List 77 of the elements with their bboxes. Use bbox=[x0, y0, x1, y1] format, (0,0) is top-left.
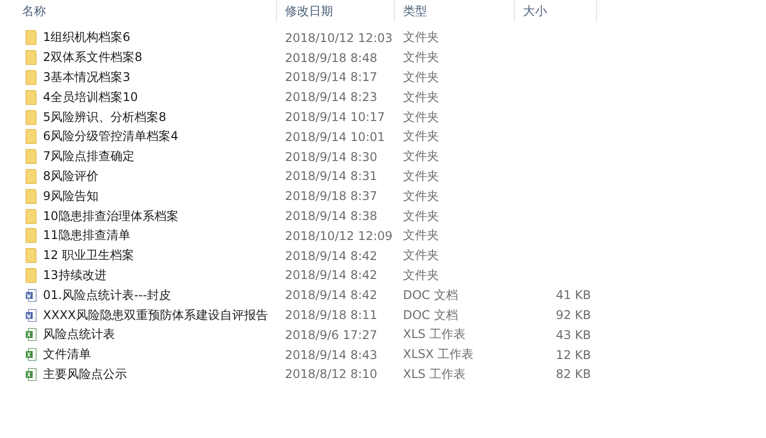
modified-date: 2018/9/14 8:42 bbox=[285, 268, 378, 282]
modified-date: 2018/9/14 10:01 bbox=[285, 130, 385, 144]
file-type: 文件夹 bbox=[403, 188, 439, 203]
file-size: 82 KB bbox=[556, 367, 591, 382]
folder-icon bbox=[25, 168, 37, 185]
modified-date: 2018/9/14 8:23 bbox=[285, 90, 378, 104]
file-type: 文件夹 bbox=[403, 168, 439, 183]
file-name[interactable]: 7风险点排查确定 bbox=[43, 148, 135, 166]
file-name[interactable]: 8风险评价 bbox=[43, 168, 99, 185]
word-document-icon bbox=[25, 306, 37, 324]
spreadsheet-icon bbox=[25, 366, 37, 383]
word-document-icon bbox=[25, 286, 37, 304]
file-name[interactable]: 2双体系文件档案8 bbox=[43, 49, 142, 66]
file-type: DOC 文档 bbox=[403, 308, 458, 322]
modified-date: 2018/9/18 8:48 bbox=[285, 50, 378, 65]
file-type: 文件夹 bbox=[403, 248, 439, 262]
modified-date: 2018/10/12 12:09 bbox=[285, 228, 393, 243]
file-type: 文件夹 bbox=[403, 208, 439, 223]
file-name[interactable]: XXXX风险隐患双重预防体系建设自评报告 bbox=[43, 306, 268, 324]
folder-icon bbox=[25, 208, 37, 225]
file-type: XLS 工作表 bbox=[403, 327, 466, 342]
modified-date: 2018/9/14 8:42 bbox=[285, 288, 378, 302]
file-name[interactable]: 3基本情况档案3 bbox=[43, 68, 130, 86]
modified-date: 2018/9/14 8:42 bbox=[285, 248, 378, 263]
folder-icon bbox=[25, 128, 37, 146]
file-type: 文件夹 bbox=[403, 50, 439, 64]
modified-date: 2018/8/12 8:10 bbox=[285, 367, 378, 382]
modified-date: 2018/9/14 10:17 bbox=[285, 110, 385, 124]
file-name[interactable]: 13持续改进 bbox=[43, 266, 106, 284]
file-size: 43 KB bbox=[556, 328, 591, 342]
folder-icon bbox=[25, 247, 37, 264]
file-type: XLS 工作表 bbox=[403, 366, 466, 381]
file-type: DOC 文档 bbox=[403, 288, 458, 302]
file-type: 文件夹 bbox=[403, 30, 439, 44]
file-size: 92 KB bbox=[556, 308, 591, 322]
spreadsheet-icon bbox=[25, 326, 37, 344]
folder-icon bbox=[25, 148, 37, 166]
file-name[interactable]: 4全员培训档案10 bbox=[43, 88, 138, 106]
folder-icon bbox=[25, 108, 37, 126]
file-name[interactable]: 主要风险点公示 bbox=[43, 366, 127, 383]
modified-date: 2018/9/14 8:31 bbox=[285, 169, 378, 184]
file-name[interactable]: 9风险告知 bbox=[43, 188, 99, 205]
modified-date: 2018/10/12 12:03 bbox=[285, 30, 393, 45]
file-type: 文件夹 bbox=[403, 149, 439, 164]
file-name[interactable]: 风险点统计表 bbox=[43, 326, 115, 344]
file-type: 文件夹 bbox=[403, 129, 439, 144]
file-name[interactable]: 6风险分级管控清单档案4 bbox=[43, 128, 178, 146]
modified-date: 2018/9/14 8:38 bbox=[285, 209, 378, 224]
file-type: 文件夹 bbox=[403, 90, 439, 104]
file-name[interactable]: 1组织机构档案6 bbox=[43, 29, 130, 46]
modified-date: 2018/9/18 8:37 bbox=[285, 189, 378, 204]
folder-icon bbox=[25, 68, 37, 86]
modified-date: 2018/9/14 8:17 bbox=[285, 70, 378, 84]
file-type: XLSX 工作表 bbox=[403, 347, 474, 362]
file-name[interactable]: 5风险辨识、分析档案8 bbox=[43, 108, 166, 126]
modified-date: 2018/9/14 8:30 bbox=[285, 150, 378, 164]
folder-icon bbox=[25, 266, 37, 284]
file-type: 文件夹 bbox=[403, 268, 439, 282]
folder-icon bbox=[25, 88, 37, 106]
file-type: 文件夹 bbox=[403, 110, 439, 124]
file-type: 文件夹 bbox=[403, 228, 439, 242]
folder-icon bbox=[25, 49, 37, 66]
spreadsheet-icon bbox=[25, 346, 37, 364]
file-name[interactable]: 12 职业卫生档案 bbox=[43, 247, 134, 264]
modified-date: 2018/9/14 8:43 bbox=[285, 348, 378, 362]
folder-icon bbox=[25, 188, 37, 205]
file-name[interactable]: 11隐患排查清单 bbox=[43, 227, 130, 244]
modified-date: 2018/9/18 8:11 bbox=[285, 308, 378, 322]
folder-icon bbox=[25, 29, 37, 46]
file-name[interactable]: 10隐患排查治理体系档案 bbox=[43, 208, 178, 225]
folder-icon bbox=[25, 227, 37, 244]
file-type: 文件夹 bbox=[403, 70, 439, 84]
file-size: 41 KB bbox=[556, 288, 591, 302]
modified-date: 2018/9/6 17:27 bbox=[285, 328, 378, 342]
file-size: 12 KB bbox=[556, 348, 591, 362]
file-name[interactable]: 01.风险点统计表---封皮 bbox=[43, 286, 172, 304]
file-name[interactable]: 文件清单 bbox=[43, 346, 91, 364]
